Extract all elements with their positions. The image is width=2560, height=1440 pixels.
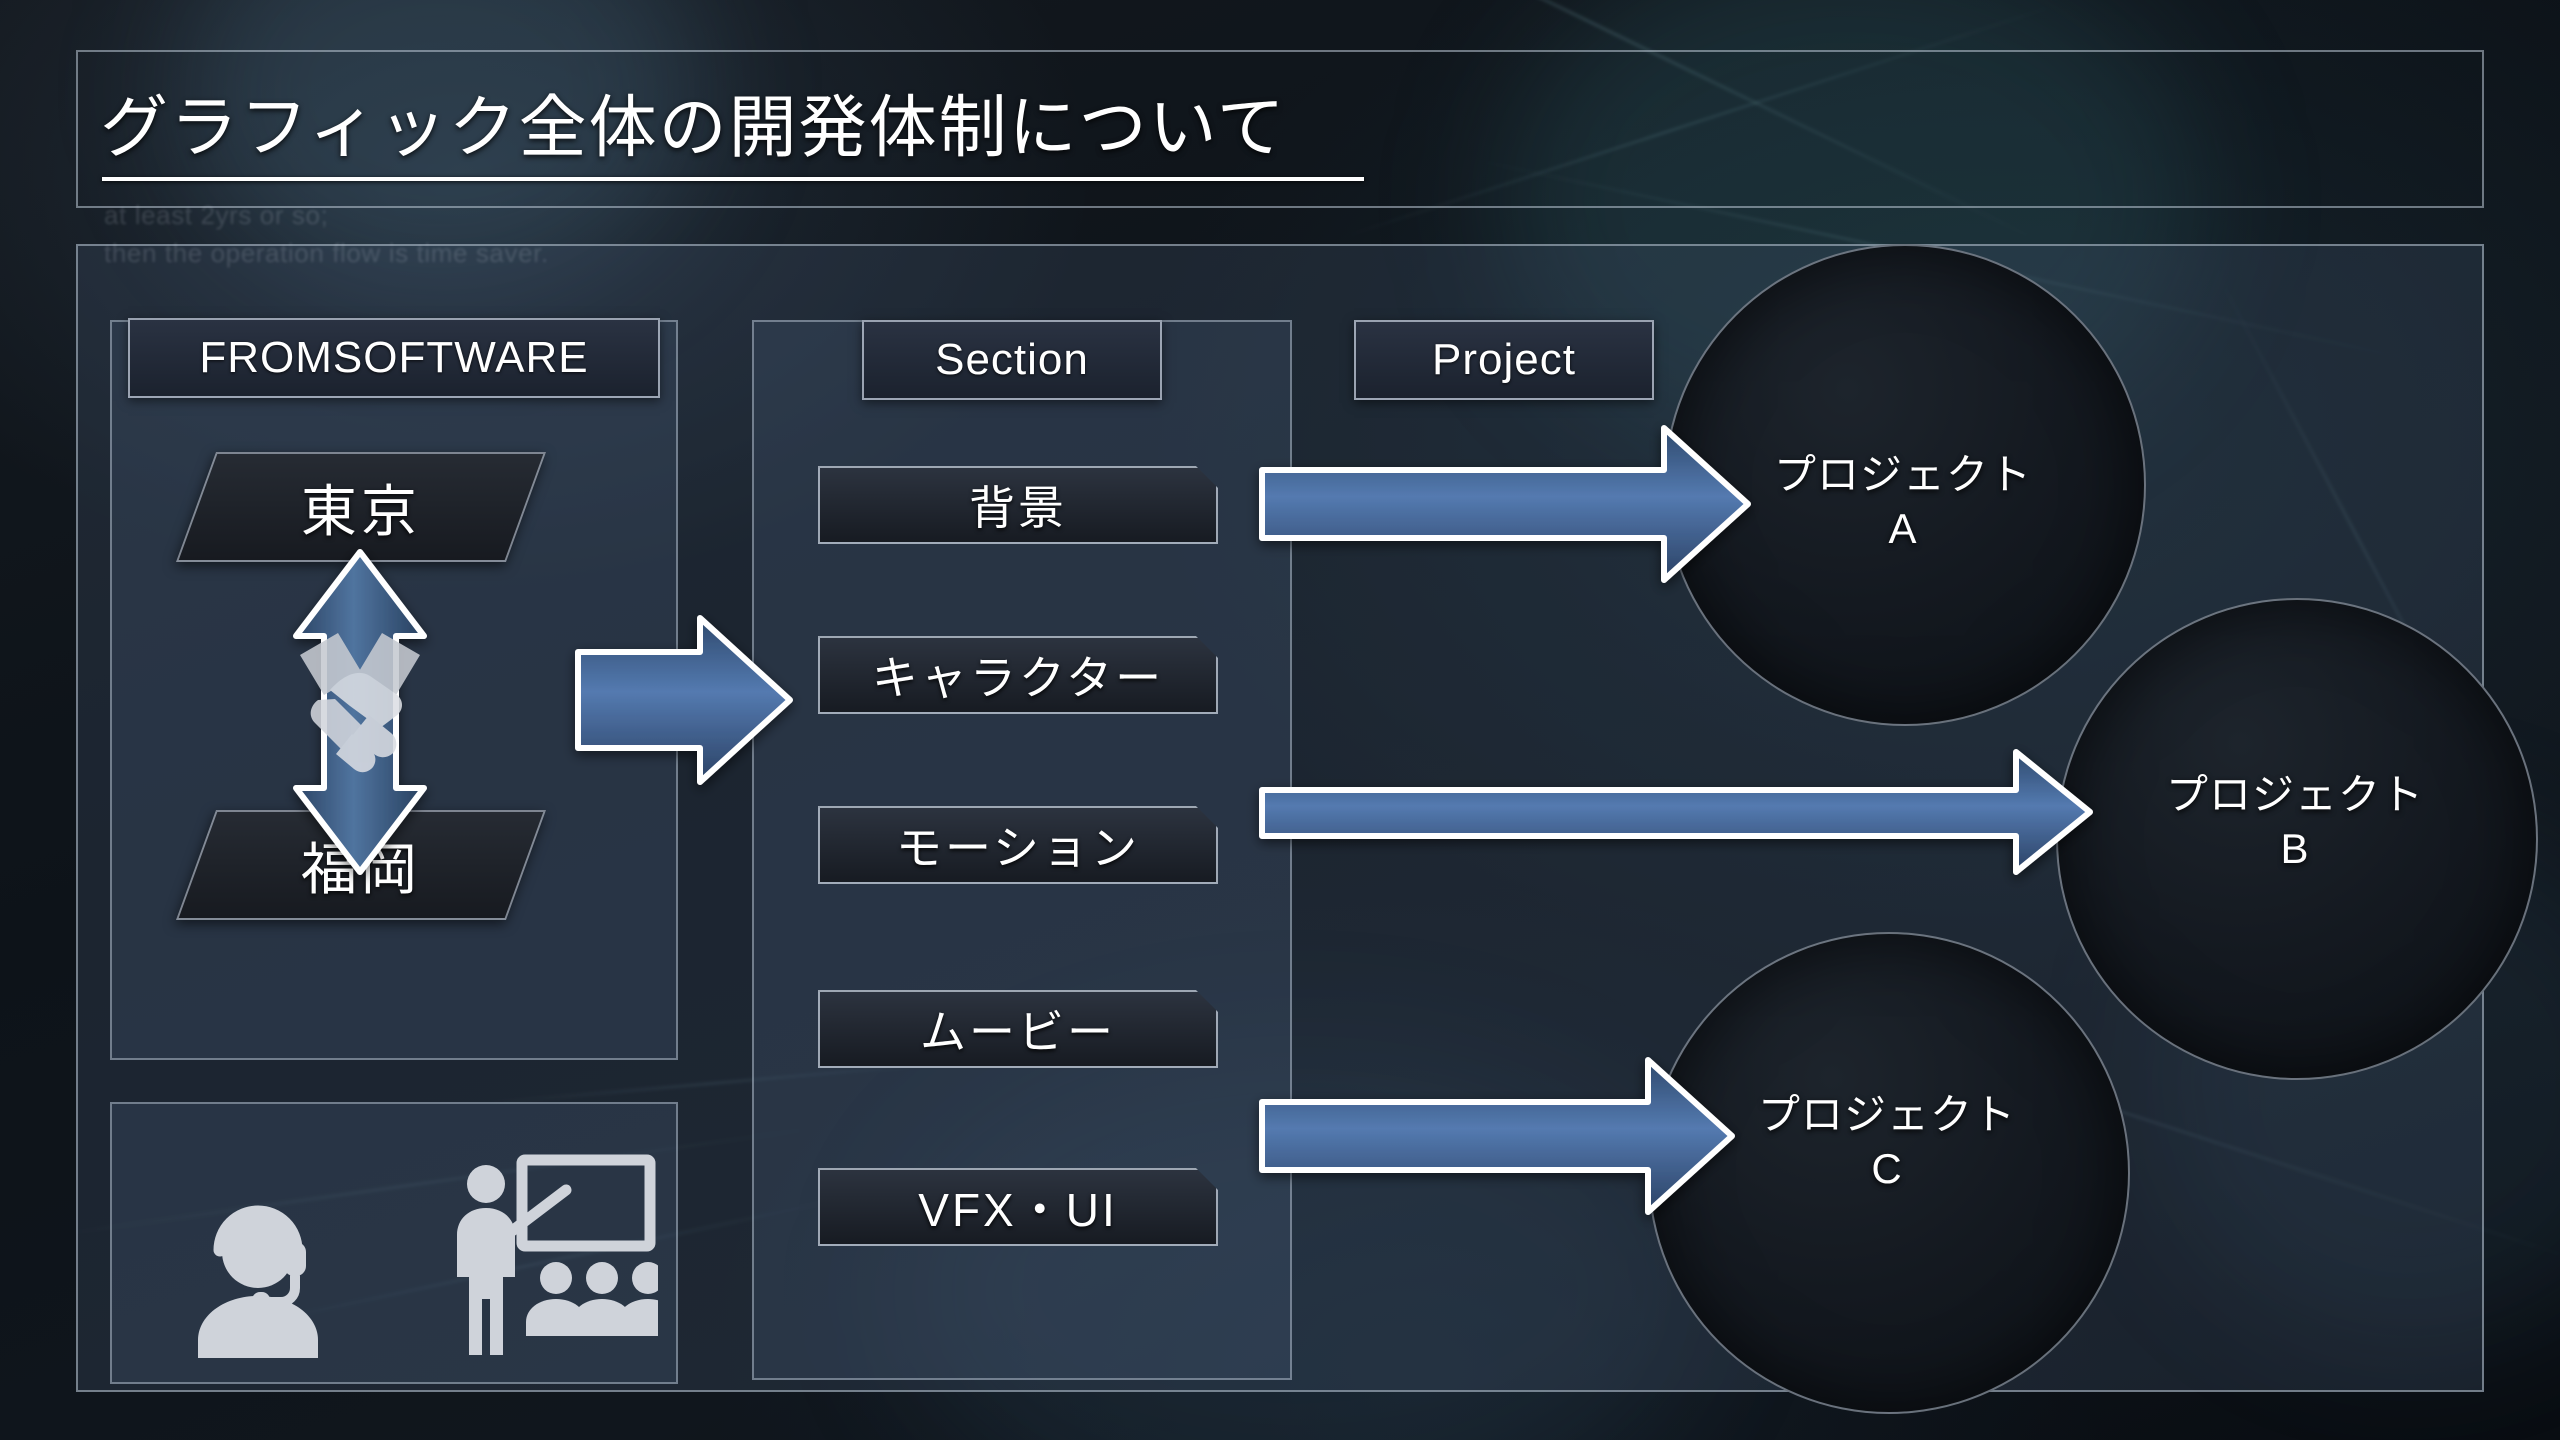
company-header-chip[interactable]: FROMSOFTWARE bbox=[128, 318, 660, 398]
section-label-vfx-ui: VFX・UI bbox=[918, 1184, 1118, 1236]
location-label-tokyo: 東京 bbox=[301, 479, 421, 543]
company-group-box bbox=[110, 320, 678, 1060]
location-plate-fukuoka[interactable]: 福岡 bbox=[175, 810, 547, 920]
project-header-label: Project bbox=[1432, 335, 1576, 384]
section-label-movie: ムービー bbox=[920, 1006, 1116, 1058]
project-label-b-line2: B bbox=[2280, 824, 2310, 872]
project-label-c-line2: C bbox=[1871, 1144, 1903, 1192]
section-chip-vfx-ui[interactable]: VFX・UI bbox=[818, 1168, 1218, 1246]
page-title: グラフィック全体の開発体制について bbox=[100, 90, 1287, 166]
project-label-c-line1: プロジェクト bbox=[1757, 1091, 2016, 1138]
section-chip-character[interactable]: キャラクター bbox=[818, 636, 1218, 714]
title-underline bbox=[102, 177, 1364, 181]
section-label-motion: モーション bbox=[895, 822, 1141, 874]
section-chip-motion[interactable]: モーション bbox=[818, 806, 1218, 884]
slide-root: グラフィック全体の開発体制について at least 2yrs or so; t… bbox=[0, 0, 2560, 1440]
company-header-label: FROMSOFTWARE bbox=[199, 333, 589, 382]
section-label-background: 背景 bbox=[969, 482, 1067, 534]
ghost-text-line-2: then the operation flow is time saver. bbox=[104, 238, 549, 268]
section-chip-background[interactable]: 背景 bbox=[818, 466, 1218, 544]
project-label-a: プロジェクト A bbox=[1728, 448, 2078, 556]
location-label-fukuoka: 福岡 bbox=[301, 837, 421, 901]
location-plate-tokyo[interactable]: 東京 bbox=[175, 452, 547, 562]
project-label-c: プロジェクト C bbox=[1712, 1088, 2062, 1196]
headset-support-person-icon bbox=[198, 1205, 318, 1358]
section-label-character: キャラクター bbox=[871, 652, 1165, 704]
project-label-b: プロジェクト B bbox=[2120, 768, 2470, 876]
project-label-a-line2: A bbox=[1888, 504, 1918, 552]
presenter-with-audience-icon bbox=[457, 1154, 658, 1355]
project-header-chip[interactable]: Project bbox=[1354, 320, 1654, 400]
project-label-b-line1: プロジェクト bbox=[2165, 771, 2424, 818]
section-header-label: Section bbox=[935, 335, 1089, 384]
section-chip-movie[interactable]: ムービー bbox=[818, 990, 1218, 1068]
project-label-a-line1: プロジェクト bbox=[1773, 451, 2032, 498]
section-header-chip[interactable]: Section bbox=[862, 320, 1162, 400]
ghost-text-line-1: at least 2yrs or so; bbox=[104, 200, 329, 230]
